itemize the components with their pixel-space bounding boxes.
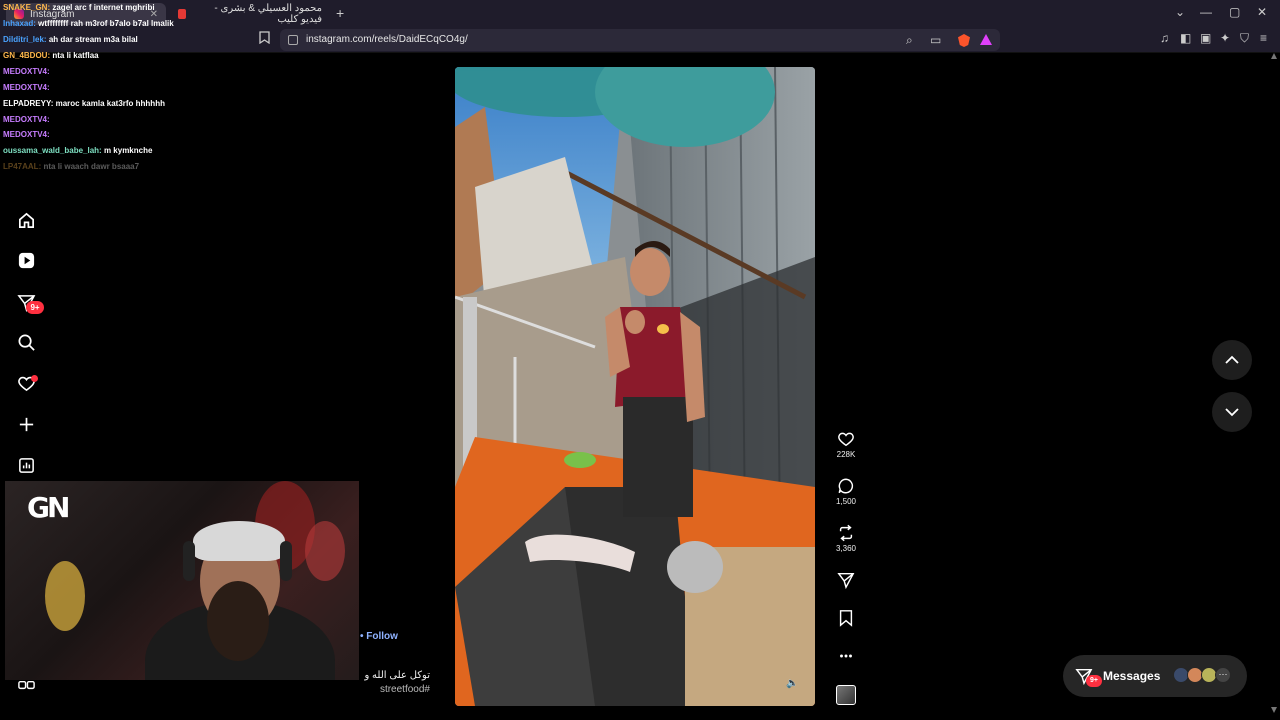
direct-badge: 9+ [26, 301, 44, 314]
search-icon [18, 334, 35, 351]
close-window-button[interactable]: ✕ [1257, 5, 1267, 19]
reel-video-frame [455, 67, 815, 706]
repost-button[interactable]: 3,360 [832, 524, 860, 553]
sidebar-item-create[interactable] [16, 414, 36, 434]
sidebar-item-search[interactable] [16, 332, 36, 352]
gn-logo: GN [27, 491, 70, 524]
chat-message: GN_4BDOU: nta li katflaa [3, 51, 99, 60]
comment-icon [838, 478, 854, 494]
chevron-down-icon [1225, 408, 1239, 417]
maximize-button[interactable]: ▢ [1229, 5, 1240, 19]
cast-icon[interactable]: ▭ [930, 33, 941, 47]
reel-hashtag[interactable]: streetfood# [352, 684, 430, 695]
chat-message: SNAKE_GN: zagel arc f internet mghribi [3, 3, 155, 12]
chevron-up-icon [1225, 355, 1239, 364]
chat-message: MEDOXTV4: [3, 83, 50, 92]
scrollbar[interactable] [1271, 53, 1277, 713]
home-icon [18, 212, 34, 228]
tab-list-icon[interactable]: ⌄ [1175, 5, 1185, 19]
sidebar-item-reels[interactable] [16, 250, 36, 270]
comment-button[interactable]: 1,500 [832, 477, 860, 506]
notification-dot [31, 375, 38, 382]
plus-icon [19, 417, 33, 431]
like-button[interactable]: 228K [832, 430, 860, 459]
more-avatars-icon: ··· [1215, 667, 1231, 683]
sidebar-icon[interactable]: ◧ [1180, 31, 1191, 45]
bookmark-icon [839, 610, 853, 627]
paper-plane-icon [837, 572, 855, 589]
streamer-webcam: GN [5, 481, 359, 680]
chat-message: MEDOXTV4: [3, 115, 50, 124]
share-button[interactable] [832, 571, 860, 589]
ellipsis-icon [840, 654, 852, 658]
chat-message: MEDOXTV4: [3, 130, 50, 139]
site-info-icon[interactable] [288, 35, 298, 45]
repost-count: 3,360 [835, 544, 857, 553]
reels-icon [18, 252, 34, 268]
chat-message: ELPADREYY: maroc kamla kat3rfo hhhhhh [3, 99, 165, 108]
brave-rewards-icon[interactable] [980, 34, 992, 45]
wallet-icon[interactable]: ▣ [1200, 31, 1211, 45]
heart-icon [838, 432, 854, 447]
save-button[interactable] [832, 609, 860, 627]
minimize-button[interactable]: — [1200, 5, 1212, 19]
new-tab-button[interactable]: + [336, 5, 344, 21]
url-field[interactable]: instagram.com/reels/DaidECqCO4g/ ⌕ ▭ [280, 29, 1000, 51]
reel-caption: توكل على الله و [364, 670, 430, 681]
chat-message: MEDOXTV4: [3, 67, 50, 76]
next-reel-button[interactable] [1212, 392, 1252, 432]
vpn-icon[interactable]: ⛉ [1240, 31, 1249, 46]
chart-icon [18, 457, 34, 473]
url-text[interactable]: instagram.com/reels/DaidECqCO4g/ [306, 34, 468, 45]
previous-reel-button[interactable] [1212, 340, 1252, 380]
comment-count: 1,500 [835, 497, 857, 506]
instagram-page: 🔈 9+ GN SNAKE_GN: zagel arc f internet m… [0, 3, 1280, 720]
chat-message: Inhaxad: wtffffffff rah m3rof b7alo b7al… [3, 19, 174, 28]
music-icon[interactable]: ♫ [1160, 31, 1169, 45]
stream-chat-overlay: SNAKE_GN: zagel arc f internet mghribi I… [0, 0, 260, 175]
sidebar-item-home[interactable] [16, 210, 36, 230]
chat-message: Dilditri_lek: ah dar stream m3a bilal [3, 35, 138, 44]
menu-icon[interactable]: ≡ [1260, 31, 1267, 45]
follow-button[interactable]: • Follow [360, 631, 398, 642]
messages-label: Messages [1103, 669, 1161, 683]
bookmark-icon[interactable] [259, 31, 270, 47]
mute-icon[interactable]: 🔈 [786, 678, 798, 689]
chat-message: oussama_wald_babe_lah: m kymknche [3, 146, 153, 155]
original-audio-thumbnail[interactable] [836, 685, 856, 705]
zoom-icon[interactable]: ⌕ [906, 33, 913, 48]
like-count: 228K [836, 450, 856, 459]
sidebar-item-dashboard[interactable] [16, 455, 36, 475]
leo-icon[interactable]: ✦ [1220, 31, 1230, 45]
chat-message: LP47AAL: nta li waach dawr bsaaa7 [3, 162, 140, 171]
more-options-button[interactable] [832, 647, 860, 665]
messages-badge: 9+ [1086, 675, 1102, 687]
reel-video[interactable] [455, 67, 815, 706]
repost-icon [839, 524, 853, 542]
